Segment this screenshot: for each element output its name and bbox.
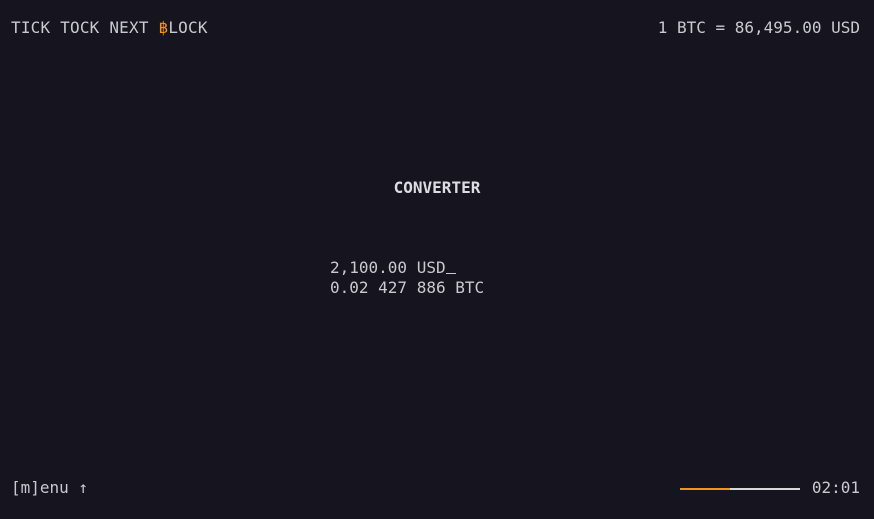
usd-amount-value: 2,100.00 xyxy=(330,258,408,277)
app-title: TICK TOCK NEXT ฿LOCK xyxy=(11,18,208,38)
usd-unit-label: USD xyxy=(416,258,446,277)
exchange-rate: 1 BTC = 86,495.00 USD xyxy=(657,18,860,37)
btc-amount-output: 0.02 427 886 BTC xyxy=(330,278,484,298)
btc-unit-label: BTC xyxy=(455,278,485,297)
usd-amount-input[interactable]: 2,100.00 USD xyxy=(330,258,456,278)
app-title-prefix: TICK TOCK NEXT xyxy=(11,18,159,37)
block-progress-fill xyxy=(680,488,731,490)
view-title: CONVERTER xyxy=(393,178,481,197)
btc-amount-value: 0.02 427 886 xyxy=(330,278,446,297)
block-progress-bar xyxy=(680,488,800,490)
app-title-suffix: LOCK xyxy=(168,18,208,37)
bitcoin-symbol-icon: ฿ xyxy=(158,18,169,37)
menu-hint[interactable]: [m]enu ↑ xyxy=(11,478,88,498)
text-cursor xyxy=(445,259,456,274)
block-timer: 02:01 xyxy=(811,478,860,497)
